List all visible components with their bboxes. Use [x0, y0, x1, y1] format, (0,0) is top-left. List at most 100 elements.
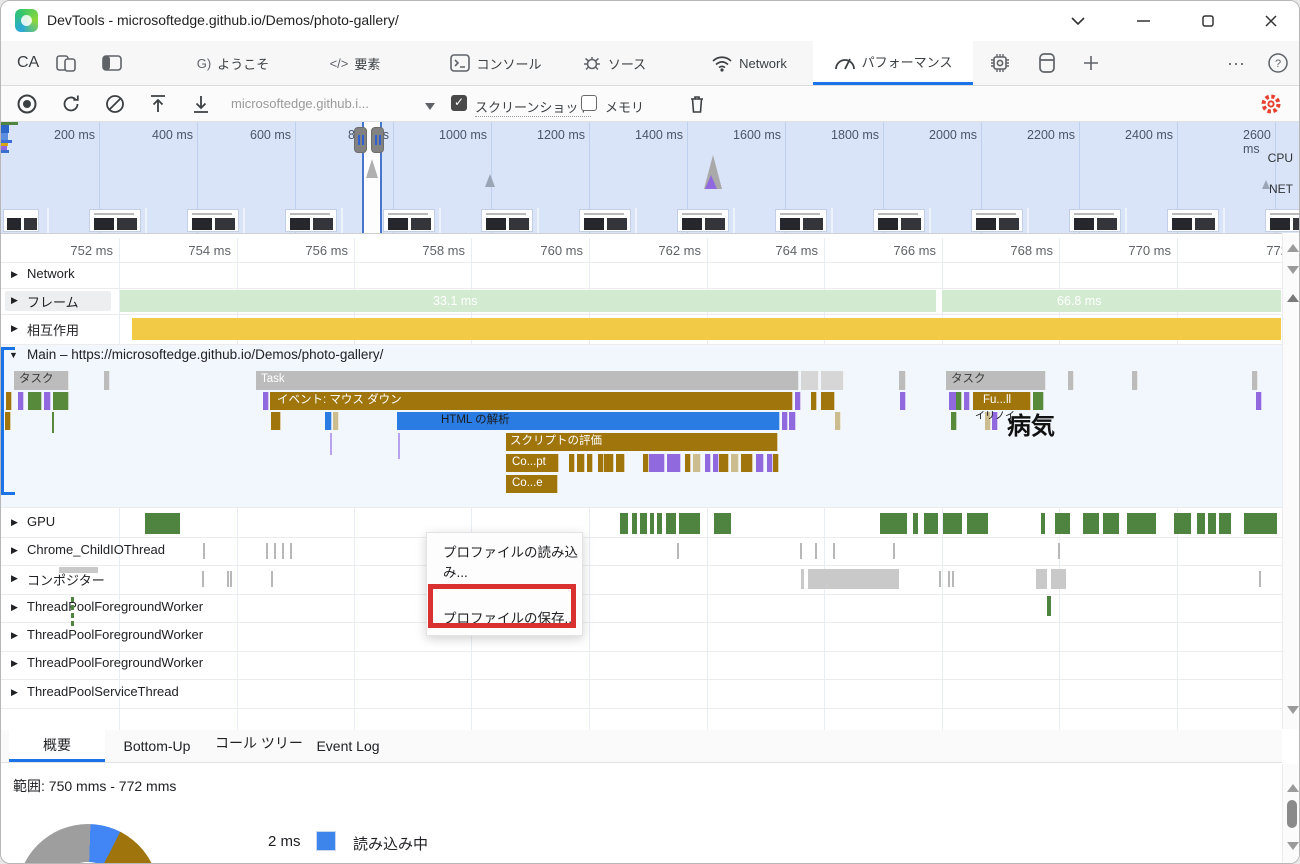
expand-arrow-worker1[interactable]: ▶	[11, 602, 18, 613]
filmstrip-thumbnail[interactable]	[89, 209, 141, 232]
flame-bar[interactable]	[271, 412, 281, 430]
flame-bar[interactable]: Co...e	[506, 475, 558, 493]
frames-band[interactable]	[942, 290, 1281, 312]
gpu-activity-bar[interactable]	[666, 513, 677, 534]
close-button[interactable]	[1256, 7, 1286, 35]
scroll-thumb-up-icon[interactable]	[1287, 294, 1299, 302]
compositor-activity-bar[interactable]	[1036, 569, 1047, 589]
gpu-activity-bar[interactable]	[1055, 513, 1071, 534]
track-label-service[interactable]: ThreadPoolServiceThread	[27, 684, 179, 699]
flame-bar[interactable]	[667, 454, 681, 472]
flame-bar[interactable]	[719, 454, 729, 472]
flame-bar[interactable]	[28, 392, 42, 410]
filmstrip-thumbnail[interactable]	[187, 209, 239, 232]
flame-bar[interactable]	[53, 392, 69, 410]
gpu-activity-bar[interactable]	[640, 513, 648, 534]
flame-bar[interactable]	[587, 454, 593, 472]
gpu-activity-bar[interactable]	[924, 513, 939, 534]
flame-bar[interactable]: Task	[256, 371, 799, 390]
filmstrip-thumbnail[interactable]	[285, 209, 337, 232]
machine-chip-icon[interactable]	[981, 41, 1019, 85]
gpu-activity-bar[interactable]	[632, 513, 638, 534]
flame-bar[interactable]	[900, 392, 906, 410]
flame-bar[interactable]	[18, 392, 24, 410]
flame-bar[interactable]	[811, 392, 817, 410]
scroll-down-icon[interactable]	[1287, 266, 1299, 274]
flame-bar[interactable]: イベント: マウス ダウン	[270, 392, 793, 410]
flame-bar[interactable]	[649, 454, 665, 472]
filmstrip-thumbnail[interactable]	[1265, 209, 1299, 232]
flame-bar[interactable]	[325, 412, 332, 430]
filmstrip-thumbnail[interactable]	[383, 209, 435, 232]
worker-activity-bar[interactable]	[1047, 596, 1051, 616]
summary-scroll-down-icon[interactable]	[1287, 842, 1299, 850]
expand-arrow-compositor[interactable]: ▶	[11, 573, 18, 584]
gpu-activity-bar[interactable]	[1197, 513, 1206, 534]
flame-bar[interactable]	[693, 454, 701, 472]
flame-bar[interactable]	[964, 392, 970, 410]
expand-arrow-worker3[interactable]: ▶	[11, 658, 18, 669]
flame-bar[interactable]	[5, 412, 11, 430]
activity-bar-position-icon[interactable]	[93, 41, 131, 85]
compositor-activity-bar[interactable]	[801, 569, 804, 589]
gpu-activity-bar[interactable]	[714, 513, 732, 534]
flame-bar[interactable]	[782, 412, 788, 430]
expand-arrow-childio[interactable]: ▶	[11, 545, 18, 556]
interactions-band[interactable]	[132, 318, 1281, 340]
flame-bar[interactable]	[835, 412, 841, 430]
flame-bar[interactable]	[795, 392, 801, 410]
more-options-icon[interactable]: ···	[1219, 41, 1253, 85]
maximize-button[interactable]	[1193, 7, 1223, 35]
timeline-scrollbar[interactable]	[1282, 234, 1300, 729]
gpu-activity-bar[interactable]	[1083, 513, 1100, 534]
menu-item-load-profile[interactable]: プロファイルの読み込み...	[427, 539, 582, 583]
filmstrip-thumbnail[interactable]	[775, 209, 827, 232]
flame-bar[interactable]: HTML の解析	[397, 412, 780, 430]
add-tab-plus-icon[interactable]	[1075, 41, 1107, 85]
trash-icon[interactable]	[683, 90, 711, 118]
flame-bar[interactable]	[1252, 371, 1258, 390]
flame-bar[interactable]	[6, 392, 12, 410]
track-label-interactions[interactable]: 相互作用	[27, 320, 79, 339]
reload-and-record-icon[interactable]	[57, 90, 85, 118]
gpu-activity-bar[interactable]	[1041, 513, 1046, 534]
selection-handle-right[interactable]	[371, 127, 384, 153]
gpu-activity-bar[interactable]	[913, 513, 919, 534]
filmstrip-thumbnail[interactable]	[1167, 209, 1219, 232]
gpu-activity-bar[interactable]	[1103, 513, 1120, 534]
filmstrip-thumbnail[interactable]	[1069, 209, 1121, 232]
flame-bar[interactable]	[104, 371, 110, 390]
gpu-activity-bar[interactable]	[1219, 513, 1232, 534]
flame-bar[interactable]	[44, 392, 51, 410]
bottom-tab-1[interactable]: Bottom-Up	[113, 730, 201, 762]
device-emulation-icon[interactable]	[47, 41, 85, 85]
expand-arrow-network[interactable]: ▶	[11, 269, 18, 280]
minimize-button[interactable]	[1128, 7, 1158, 35]
flame-bar[interactable]	[1132, 371, 1138, 390]
gpu-activity-bar[interactable]	[1244, 513, 1278, 534]
expand-arrow-interactions[interactable]: ▶	[11, 323, 18, 334]
flame-bar[interactable]	[731, 454, 739, 472]
track-label-worker1[interactable]: ThreadPoolForegroundWorker	[27, 599, 203, 614]
filmstrip-thumbnail[interactable]	[579, 209, 631, 232]
flame-bar[interactable]	[773, 454, 779, 472]
tab-performance[interactable]: パフォーマンス	[813, 41, 973, 85]
filmstrip-thumbnail[interactable]	[873, 209, 925, 232]
memory-checkbox[interactable]	[581, 95, 597, 111]
summary-scroll-thumb[interactable]	[1287, 800, 1297, 828]
capture-settings-gear-icon[interactable]	[1257, 90, 1285, 118]
track-label-network[interactable]: Network	[27, 266, 75, 281]
compositor-activity-bar[interactable]	[808, 569, 899, 589]
flame-bar[interactable]	[801, 371, 819, 390]
expand-arrow-gpu[interactable]: ▶	[11, 517, 18, 528]
track-label-gpu[interactable]: GPU	[27, 514, 55, 529]
bottom-tab-2[interactable]: コール ツリー	[213, 727, 305, 759]
gpu-activity-bar[interactable]	[650, 513, 655, 534]
filmstrip-thumbnail[interactable]	[971, 209, 1023, 232]
help-icon[interactable]: ?	[1259, 41, 1297, 85]
flame-bar[interactable]	[263, 392, 269, 410]
gpu-activity-bar[interactable]	[880, 513, 908, 534]
flame-bar[interactable]: タスク	[14, 371, 69, 390]
expand-arrow-service[interactable]: ▶	[11, 687, 18, 698]
compositor-activity-bar[interactable]	[1051, 569, 1066, 589]
